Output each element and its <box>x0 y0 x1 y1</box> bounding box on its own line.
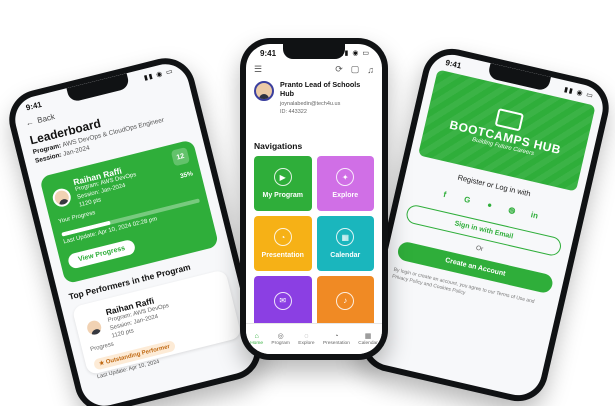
status-icons: ▮▮ ◉ ▭ <box>143 67 175 83</box>
linkedin-icon[interactable]: in <box>526 206 543 223</box>
status-time: 9:41 <box>444 58 463 71</box>
leaderboard-screen: 9:41 ▮▮ ◉ ▭ ← Back Leaderboard Program: … <box>10 59 260 406</box>
bottom-tab-bar: ⌂ Home ◎ Program ◌ Explore ◔ Presentatio… <box>246 323 382 354</box>
notification-bell-icon[interactable]: ♫ <box>367 64 374 75</box>
bell-icon: ♪ <box>336 291 355 310</box>
message-icon: ✉ <box>273 291 292 310</box>
tab-label: Explore <box>298 340 315 346</box>
status-time: 9:41 <box>24 99 43 113</box>
star-icon: ★ <box>98 360 106 368</box>
top-bar: ☰ ⟳ ▢ ♫ <box>254 64 374 75</box>
avatar <box>254 81 274 101</box>
apple-icon[interactable]: ● <box>481 196 498 213</box>
github-icon[interactable]: ◍ <box>504 201 521 218</box>
refresh-icon[interactable]: ⟳ <box>335 64 343 75</box>
status-time: 9:41 <box>260 49 277 58</box>
dashboard-screen: 9:41 ▮▮ ◉ ▭ ☰ ⟳ ▢ ♫ Pranto Lead of Schoo… <box>246 44 382 354</box>
calendar-icon: ▦ <box>336 228 355 246</box>
tile-label: Calendar <box>330 252 361 259</box>
tile-label: Presentation <box>261 252 304 259</box>
tab-home[interactable]: ⌂ Home <box>250 333 263 346</box>
tab-label: Home <box>250 340 263 346</box>
phone-dashboard: 9:41 ▮▮ ◉ ▭ ☰ ⟳ ▢ ♫ Pranto Lead of Schoo… <box>240 38 388 360</box>
tile-presentation[interactable]: ◔ Presentation <box>254 216 312 271</box>
top-actions: ⟳ ▢ ♫ <box>335 64 374 75</box>
tab-label: Presentation <box>322 340 350 346</box>
tab-label: Program <box>271 341 290 346</box>
back-arrow-icon: ← <box>24 117 35 128</box>
navigations-title: Navigations <box>254 141 303 151</box>
presentation-icon: ◔ <box>273 228 292 246</box>
tile-label: My Program <box>262 192 303 199</box>
phone-notch <box>283 44 345 59</box>
tab-explore[interactable]: ◌ Explore <box>298 333 314 346</box>
profile-email: joynalabedin@tech4u.us <box>280 101 341 108</box>
tab-calendar[interactable]: ▦ Calendar <box>358 332 377 346</box>
home-icon: ⌂ <box>254 332 259 340</box>
status-icons: ▮▮ ◉ ▭ <box>339 50 370 57</box>
compass-icon: ◌ <box>304 332 309 340</box>
phone-leaderboard: 9:41 ▮▮ ◉ ▭ ← Back Leaderboard Program: … <box>2 51 268 406</box>
phone-login: 9:41 ▮▮ ◉ ▭ BOOTCAMPS HUB Building Futur… <box>355 42 615 406</box>
avatar <box>83 316 106 339</box>
back-label: Back <box>36 112 56 126</box>
login-screen: 9:41 ▮▮ ◉ ▭ BOOTCAMPS HUB Building Futur… <box>362 50 608 400</box>
program-icon: ◎ <box>277 333 284 340</box>
navigation-grid: ▶ My Program ✦ Explore ◔ Presentation ▦ … <box>254 156 374 331</box>
login-form: Register or Log in with f G ● ◍ in Sign … <box>391 163 572 315</box>
play-icon: ▶ <box>273 168 292 186</box>
tab-presentation[interactable]: ◔ Presentation <box>323 333 350 346</box>
avatar <box>50 186 73 209</box>
app-showcase: 9:41 ▮▮ ◉ ▭ ← Back Leaderboard Program: … <box>0 0 615 406</box>
presentation-icon: ◔ <box>334 332 339 340</box>
chat-icon[interactable]: ▢ <box>351 64 360 75</box>
profile-id: ID: 443322 <box>280 109 307 116</box>
tile-calendar[interactable]: ▦ Calendar <box>316 216 374 271</box>
profile-name: Pranto Lead of Schools Hub <box>280 80 361 98</box>
status-icons: ▮▮ ◉ ▭ <box>563 86 595 101</box>
facebook-icon[interactable]: f <box>437 186 454 203</box>
tab-label: Calendar <box>358 341 378 346</box>
google-icon[interactable]: G <box>459 191 476 208</box>
tile-my-program[interactable]: ▶ My Program <box>254 156 312 211</box>
tab-program[interactable]: ◎ Program <box>271 332 289 346</box>
menu-icon[interactable]: ☰ <box>254 64 262 75</box>
tile-explore[interactable]: ✦ Explore <box>316 156 374 211</box>
calendar-icon: ▦ <box>364 333 372 340</box>
profile-header[interactable]: Pranto Lead of Schools Hub joynalabedin@… <box>254 80 374 116</box>
compass-icon: ✦ <box>336 168 355 186</box>
tile-label: Explore <box>332 192 359 199</box>
